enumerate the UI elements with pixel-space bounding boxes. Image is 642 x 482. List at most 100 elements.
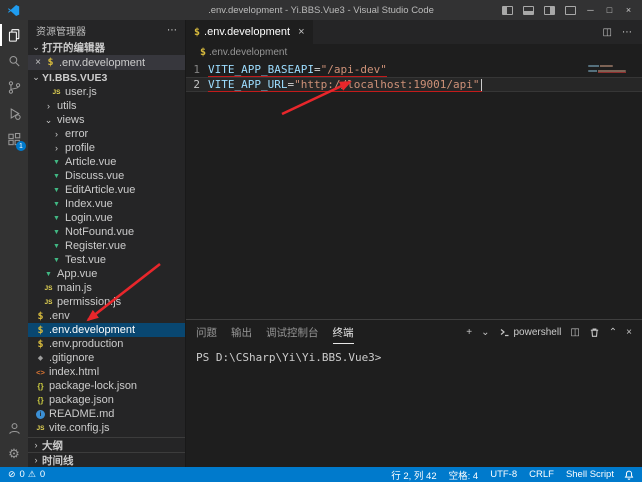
file-label: .env.development	[49, 324, 135, 336]
open-editor-item[interactable]: × $ .env.development	[28, 55, 185, 70]
tree-item-.env.development[interactable]: $ .env.development	[28, 323, 185, 337]
search-icon[interactable]	[0, 48, 28, 74]
tree-item-discuss.vue[interactable]: ▼ Discuss.vue	[28, 169, 185, 183]
maximize-button[interactable]: □	[600, 0, 619, 20]
tree-item-permission.js[interactable]: JS permission.js	[28, 295, 185, 309]
terminal-dropdown-icon[interactable]: ⌄	[481, 327, 489, 338]
outline-header[interactable]: › 大纲	[28, 437, 185, 452]
tree-item-readme.md[interactable]: i README.md	[28, 407, 185, 421]
more-actions-icon[interactable]: ⋯	[622, 27, 632, 38]
code-editor[interactable]: 1 VITE_APP_BASEAPI="/api-dev" 2 VITE_APP…	[186, 60, 642, 319]
line-number: 1	[186, 63, 208, 76]
breadcrumb[interactable]: $ .env.development	[186, 44, 642, 60]
tree-item-profile[interactable]: › profile	[28, 141, 185, 155]
token-variable: VITE_APP_BASEAPI	[208, 63, 314, 76]
file-label: views	[57, 114, 85, 126]
tree-item-views[interactable]: ⌄ views	[28, 113, 185, 127]
code-line-2[interactable]: 2 VITE_APP_URL="http://localhost:19001/a…	[186, 77, 642, 92]
problems-status[interactable]: ⊘ 0 ⚠ 0	[8, 469, 45, 480]
status-encoding[interactable]: UTF-8	[490, 469, 517, 480]
vue-file-icon: ▼	[50, 187, 63, 194]
file-label: error	[65, 128, 88, 140]
code-line-1[interactable]: 1 VITE_APP_BASEAPI="/api-dev"	[186, 62, 642, 77]
tree-item-article.vue[interactable]: ▼ Article.vue	[28, 155, 185, 169]
editor-actions: ◫ ⋯	[603, 20, 642, 44]
warning-count: 0	[40, 469, 45, 480]
toggle-panel-icon[interactable]	[523, 6, 534, 15]
account-icon[interactable]	[0, 415, 28, 441]
tree-item-utils[interactable]: › utils	[28, 99, 185, 113]
maximize-panel-icon[interactable]: ⌃	[609, 327, 617, 338]
panel-tab-debug-console[interactable]: 调试控制台	[266, 320, 319, 344]
panel-tab-terminal[interactable]: 终端	[333, 320, 354, 344]
close-editor-icon[interactable]: ×	[32, 57, 44, 68]
file-label: permission.js	[57, 296, 121, 308]
source-control-icon[interactable]	[0, 74, 28, 100]
explorer-icon[interactable]	[0, 22, 28, 48]
settings-gear-icon[interactable]: ⚙	[0, 441, 28, 467]
tree-item-app.vue[interactable]: ▼ App.vue	[28, 267, 185, 281]
customize-layout-icon[interactable]	[565, 6, 576, 15]
toggle-secondary-sidebar-icon[interactable]	[544, 6, 555, 15]
tab-close-icon[interactable]: ×	[298, 26, 304, 38]
chevron-down-icon: ⌄	[42, 115, 55, 126]
env-file-icon: $	[34, 311, 47, 322]
more-actions-icon[interactable]: ⋯	[167, 25, 177, 36]
vscode-window: .env.development - Yi.BBS.Vue3 - Visual …	[0, 0, 642, 482]
status-eol[interactable]: CRLF	[529, 469, 554, 480]
tree-item-error[interactable]: › error	[28, 127, 185, 141]
run-debug-icon[interactable]	[0, 100, 28, 126]
file-tree: JS user.js › utils ⌄ views › error › pro…	[28, 85, 185, 437]
split-terminal-icon[interactable]: ◫	[570, 327, 579, 338]
token-op: =	[314, 63, 321, 76]
minimap-line-1	[588, 65, 613, 67]
status-indentation[interactable]: 空格: 4	[449, 468, 479, 482]
tree-item-package.json[interactable]: {} package.json	[28, 393, 185, 407]
panel-tab-output[interactable]: 输出	[231, 320, 252, 344]
tree-item-vite.config.js[interactable]: JS vite.config.js	[28, 421, 185, 435]
line-text: VITE_APP_URL="http://localhost:19001/api…	[208, 78, 482, 92]
notifications-bell-icon[interactable]	[624, 470, 634, 480]
shell-selector[interactable]: powershell	[499, 327, 562, 338]
code-lines[interactable]: 1 VITE_APP_BASEAPI="/api-dev" 2 VITE_APP…	[186, 62, 642, 92]
tree-item-test.vue[interactable]: ▼ Test.vue	[28, 253, 185, 267]
tree-item-user.js[interactable]: JS user.js	[28, 85, 185, 99]
split-editor-icon[interactable]: ◫	[603, 27, 612, 38]
tree-item-login.vue[interactable]: ▼ Login.vue	[28, 211, 185, 225]
project-header[interactable]: ⌄ YI.BBS.VUE3	[28, 70, 185, 85]
close-panel-icon[interactable]: ×	[626, 327, 632, 338]
extensions-icon[interactable]: 1	[0, 126, 28, 152]
chevron-right-icon: ›	[50, 143, 63, 153]
tree-item-editarticle.vue[interactable]: ▼ EditArticle.vue	[28, 183, 185, 197]
tree-item-.env[interactable]: $ .env	[28, 309, 185, 323]
tree-item-index.html[interactable]: <> index.html	[28, 365, 185, 379]
env-file-icon: $	[34, 325, 47, 336]
new-terminal-icon[interactable]: +	[466, 327, 472, 338]
file-label: Discuss.vue	[65, 170, 124, 182]
terminal-content[interactable]: PS D:\CSharp\Yi\Yi.BBS.Vue3>	[186, 344, 642, 467]
tree-item-register.vue[interactable]: ▼ Register.vue	[28, 239, 185, 253]
timeline-header[interactable]: › 时间线	[28, 452, 185, 467]
file-label: user.js	[65, 86, 97, 98]
tree-item-.env.production[interactable]: $ .env.production	[28, 337, 185, 351]
toggle-sidebar-icon[interactable]	[502, 6, 513, 15]
open-editors-header[interactable]: ⌄ 打开的编辑器	[28, 40, 185, 55]
tree-item-notfound.vue[interactable]: ▼ NotFound.vue	[28, 225, 185, 239]
minimap[interactable]	[588, 62, 634, 112]
status-language-mode[interactable]: Shell Script	[566, 469, 614, 480]
tree-item-.gitignore[interactable]: ◆ .gitignore	[28, 351, 185, 365]
token-variable: VITE_APP_URL	[208, 78, 287, 91]
status-cursor-position[interactable]: 行 2, 列 42	[391, 468, 436, 482]
panel-tab-problems[interactable]: 问题	[196, 320, 217, 344]
minimize-button[interactable]: ─	[581, 0, 600, 20]
close-button[interactable]: ×	[619, 0, 638, 20]
tree-item-index.vue[interactable]: ▼ Index.vue	[28, 197, 185, 211]
terminal-icon	[499, 327, 510, 338]
tree-item-main.js[interactable]: JS main.js	[28, 281, 185, 295]
open-editor-label: .env.development	[59, 57, 145, 69]
tree-item-package-lock.json[interactable]: {} package-lock.json	[28, 379, 185, 393]
kill-terminal-icon[interactable]	[589, 327, 600, 338]
file-label: NotFound.vue	[65, 226, 134, 238]
tab-env-development[interactable]: $ .env.development ×	[186, 20, 313, 44]
vue-file-icon: ▼	[42, 271, 55, 278]
